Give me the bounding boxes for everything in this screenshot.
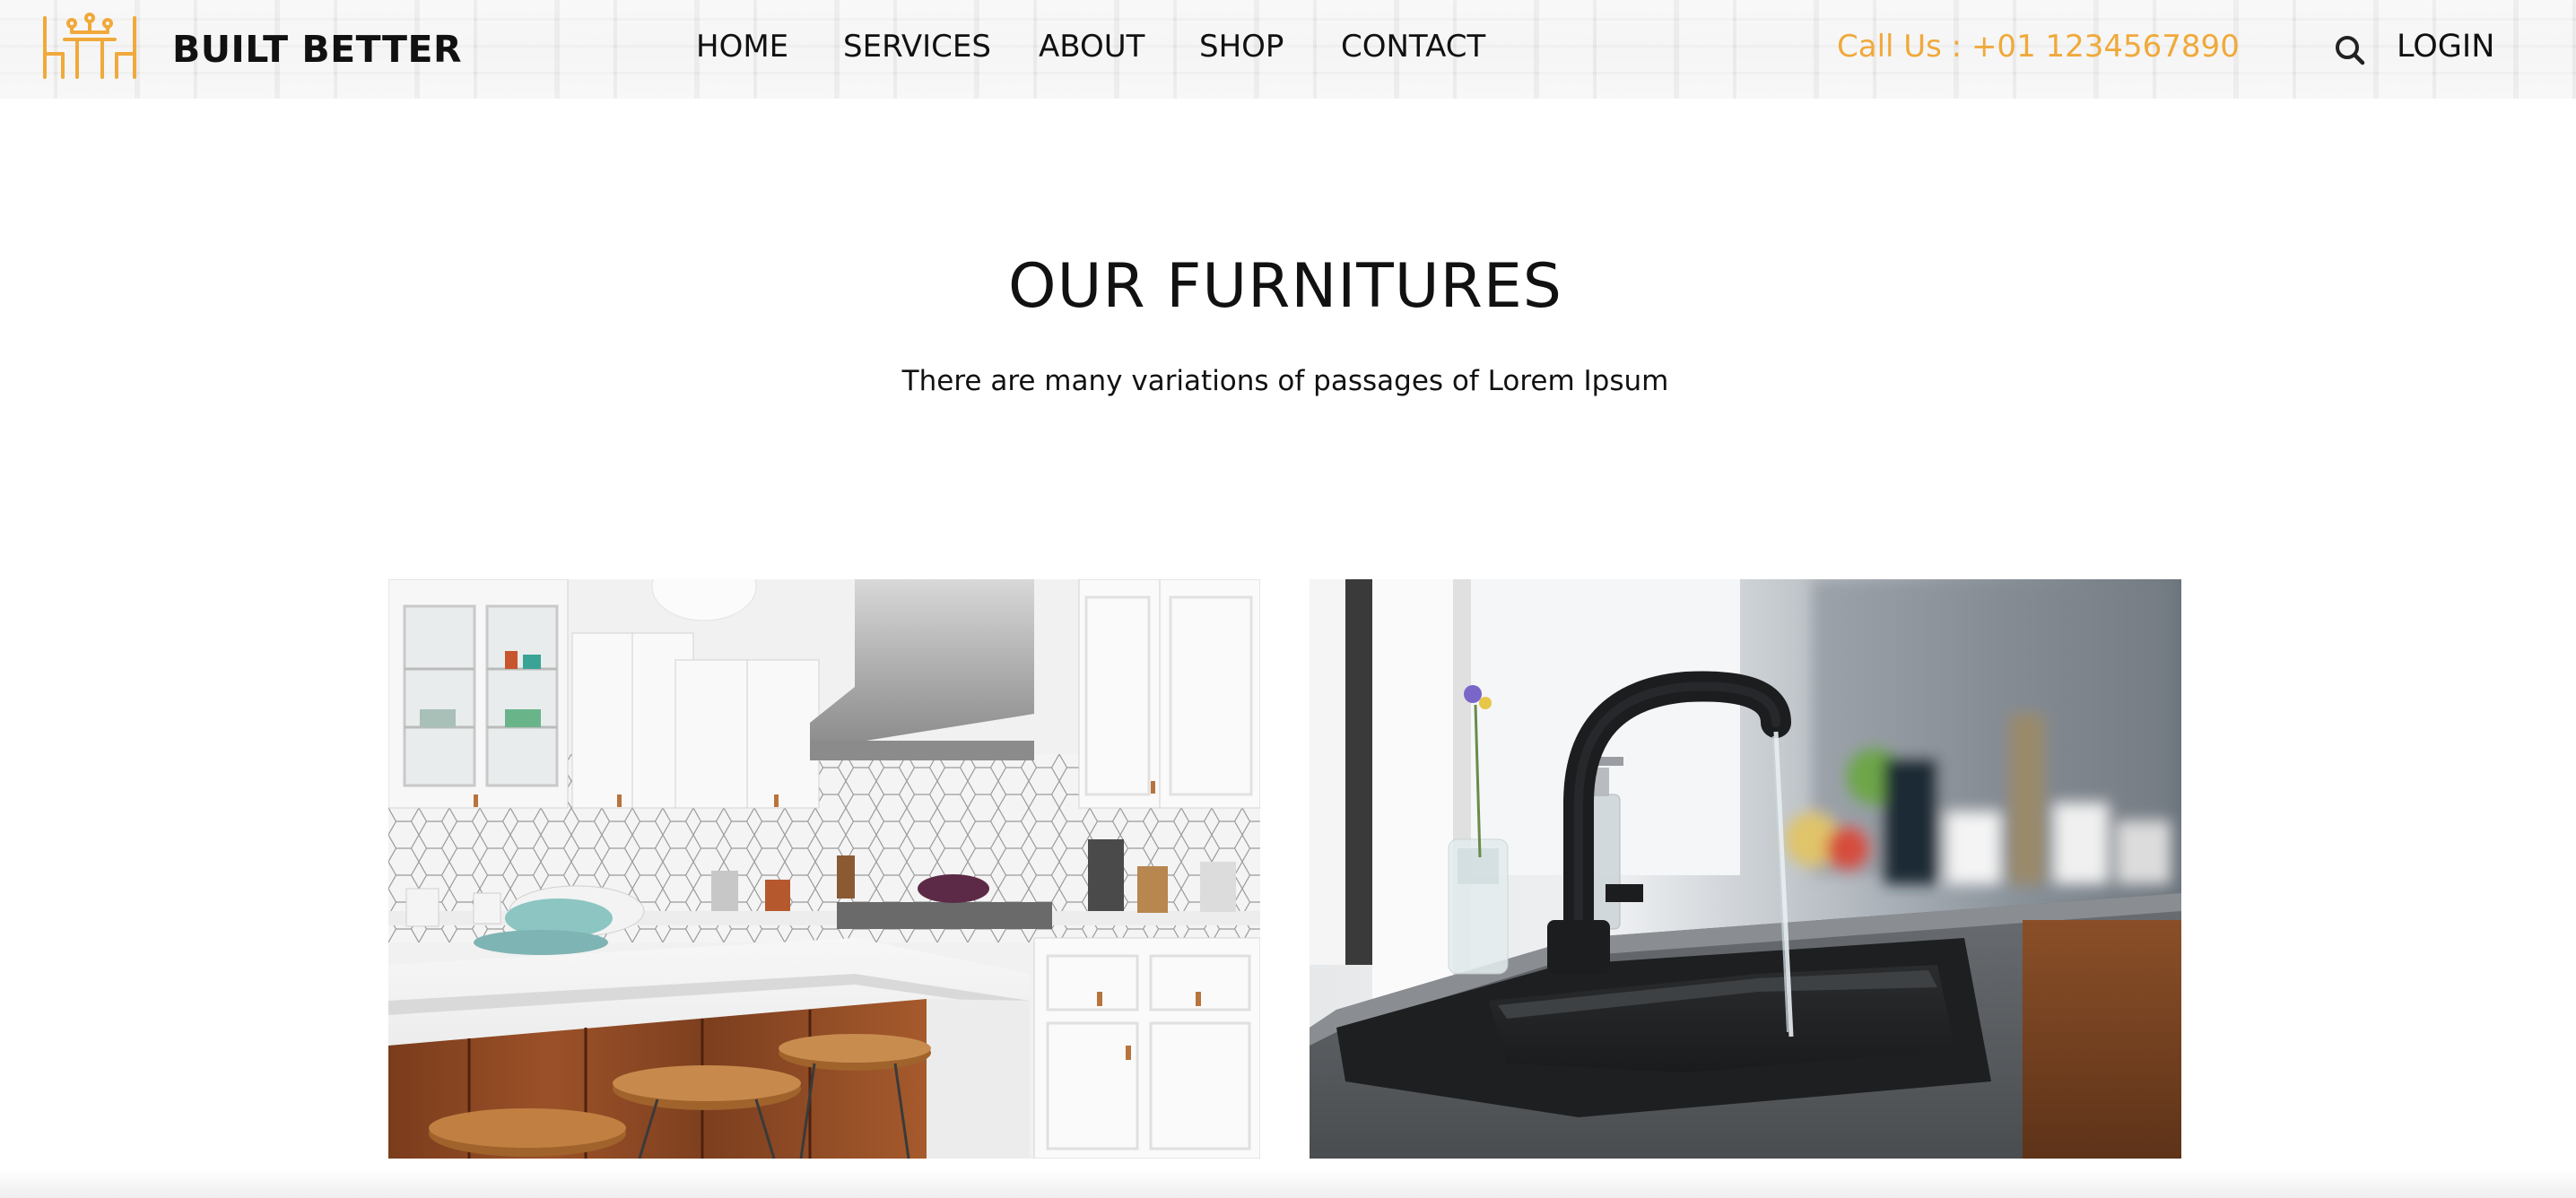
kitchen-photo[interactable] (388, 579, 1260, 1159)
nav-about[interactable]: ABOUT (1039, 27, 1144, 66)
search-icon[interactable] (2332, 32, 2368, 68)
furniture-logo-icon[interactable] (41, 13, 138, 81)
login-link[interactable]: LOGIN (2397, 27, 2494, 66)
page-bottom-shadow (0, 1169, 2576, 1198)
brand-name[interactable]: BUILT BETTER (172, 27, 462, 72)
phone-number[interactable]: Call Us : +01 1234567890 (1837, 27, 2240, 66)
nav-shop[interactable]: SHOP (1199, 27, 1284, 66)
sink-photo[interactable] (1310, 579, 2181, 1159)
nav-home[interactable]: HOME (696, 27, 788, 66)
section-title: OUR FURNITURES (1008, 251, 1562, 322)
nav-contact[interactable]: CONTACT (1341, 27, 1485, 66)
nav-services[interactable]: SERVICES (843, 27, 991, 66)
section-subtitle: There are many variations of passages of… (901, 365, 1669, 397)
site-header: BUILT BETTER HOME SERVICES ABOUT SHOP CO… (0, 0, 2576, 99)
